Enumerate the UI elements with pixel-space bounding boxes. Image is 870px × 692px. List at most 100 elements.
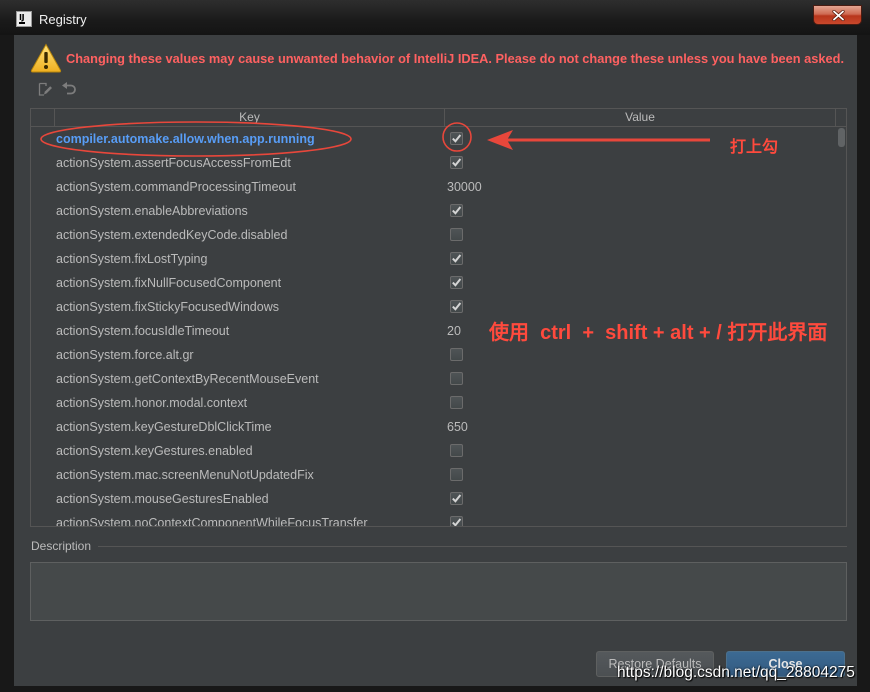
value-checkbox[interactable] bbox=[450, 444, 463, 457]
value-checkbox[interactable] bbox=[450, 252, 463, 265]
value-checkbox[interactable] bbox=[450, 372, 463, 385]
value-cell[interactable] bbox=[445, 439, 836, 463]
row-marker-cell bbox=[31, 223, 55, 247]
table-row[interactable]: actionSystem.extendedKeyCode.disabled bbox=[31, 223, 836, 247]
edit-button[interactable] bbox=[37, 81, 53, 97]
table-row[interactable]: actionSystem.force.alt.gr bbox=[31, 343, 836, 367]
registry-key: actionSystem.fixNullFocusedComponent bbox=[56, 276, 282, 290]
revert-button[interactable] bbox=[61, 81, 77, 97]
table-row[interactable]: actionSystem.mouseGesturesEnabled bbox=[31, 487, 836, 511]
table-row[interactable]: actionSystem.enableAbbreviations bbox=[31, 199, 836, 223]
value-cell[interactable] bbox=[445, 223, 836, 247]
table-row[interactable]: actionSystem.keyGestureDblClickTime 650 bbox=[31, 415, 836, 439]
row-marker-cell bbox=[31, 151, 55, 175]
key-cell[interactable]: actionSystem.mac.screenMenuNotUpdatedFix bbox=[55, 463, 445, 487]
value-checkbox[interactable] bbox=[450, 228, 463, 241]
description-label: Description bbox=[31, 539, 92, 553]
column-header-key[interactable]: Key bbox=[55, 109, 445, 126]
value-cell[interactable] bbox=[445, 487, 836, 511]
row-marker-cell bbox=[31, 463, 55, 487]
key-cell[interactable]: actionSystem.fixLostTyping bbox=[55, 247, 445, 271]
table-row[interactable]: actionSystem.getContextByRecentMouseEven… bbox=[31, 367, 836, 391]
vertical-scrollbar[interactable] bbox=[836, 127, 846, 526]
table-row[interactable]: actionSystem.fixNullFocusedComponent bbox=[31, 271, 836, 295]
table-row[interactable]: actionSystem.commandProcessingTimeout 300… bbox=[31, 175, 836, 199]
value-checkbox[interactable] bbox=[450, 468, 463, 481]
key-cell[interactable]: actionSystem.mouseGesturesEnabled bbox=[55, 487, 445, 511]
key-cell[interactable]: actionSystem.enableAbbreviations bbox=[55, 199, 445, 223]
value-text[interactable]: 650 bbox=[445, 420, 468, 434]
row-marker-cell bbox=[31, 511, 55, 526]
key-cell[interactable]: actionSystem.getContextByRecentMouseEven… bbox=[55, 367, 445, 391]
value-checkbox[interactable] bbox=[450, 156, 463, 169]
value-text[interactable]: 20 bbox=[445, 324, 461, 338]
dialog-panel: Changing these values may cause unwanted… bbox=[14, 35, 857, 686]
registry-key: actionSystem.fixLostTyping bbox=[56, 252, 208, 266]
value-checkbox[interactable] bbox=[450, 516, 463, 526]
value-cell[interactable] bbox=[445, 391, 836, 415]
key-cell[interactable]: actionSystem.honor.modal.context bbox=[55, 391, 445, 415]
row-marker-cell bbox=[31, 439, 55, 463]
value-checkbox[interactable] bbox=[450, 396, 463, 409]
warning-icon bbox=[30, 43, 62, 73]
table-row[interactable]: actionSystem.keyGestures.enabled bbox=[31, 439, 836, 463]
table-row[interactable]: compiler.automake.allow.when.app.running bbox=[31, 127, 836, 151]
value-cell[interactable] bbox=[445, 247, 836, 271]
value-checkbox[interactable] bbox=[450, 204, 463, 217]
table-row[interactable]: actionSystem.fixStickyFocusedWindows bbox=[31, 295, 836, 319]
scrollbar-thumb[interactable] bbox=[838, 128, 845, 147]
key-cell[interactable]: actionSystem.fixNullFocusedComponent bbox=[55, 271, 445, 295]
key-cell[interactable]: compiler.automake.allow.when.app.running bbox=[55, 127, 445, 151]
registry-table[interactable]: Key Value compiler.automake.allow.when.a… bbox=[30, 108, 847, 527]
key-cell[interactable]: actionSystem.force.alt.gr bbox=[55, 343, 445, 367]
column-header-value[interactable]: Value bbox=[445, 109, 836, 126]
value-checkbox[interactable] bbox=[450, 300, 463, 313]
table-row[interactable]: actionSystem.noContextComponentWhileFocu… bbox=[31, 511, 836, 526]
checkmark-icon bbox=[452, 302, 462, 311]
key-cell[interactable]: actionSystem.commandProcessingTimeout bbox=[55, 175, 445, 199]
description-text-area[interactable] bbox=[30, 562, 847, 621]
table-row[interactable]: actionSystem.honor.modal.context bbox=[31, 391, 836, 415]
row-marker-cell bbox=[31, 391, 55, 415]
key-cell[interactable]: actionSystem.extendedKeyCode.disabled bbox=[55, 223, 445, 247]
value-cell[interactable] bbox=[445, 511, 836, 526]
value-text[interactable]: 30000 bbox=[445, 180, 482, 194]
intellij-icon: IJ bbox=[16, 11, 32, 27]
value-cell[interactable]: 30000 bbox=[445, 175, 836, 199]
value-cell[interactable] bbox=[445, 463, 836, 487]
registry-key: actionSystem.mouseGesturesEnabled bbox=[56, 492, 269, 506]
registry-key: actionSystem.focusIdleTimeout bbox=[56, 324, 230, 338]
annotation-check-note: 打上勾 bbox=[730, 139, 779, 156]
window-close-button[interactable] bbox=[813, 5, 862, 25]
value-checkbox[interactable] bbox=[450, 276, 463, 289]
table-row[interactable]: actionSystem.assertFocusAccessFromEdt bbox=[31, 151, 836, 175]
registry-key: actionSystem.force.alt.gr bbox=[56, 348, 194, 362]
key-cell[interactable]: actionSystem.noContextComponentWhileFocu… bbox=[55, 511, 445, 526]
value-checkbox[interactable] bbox=[450, 348, 463, 361]
value-checkbox[interactable] bbox=[450, 132, 463, 145]
registry-key: compiler.automake.allow.when.app.running bbox=[56, 132, 315, 146]
value-cell[interactable]: 650 bbox=[445, 415, 836, 439]
registry-key: actionSystem.fixStickyFocusedWindows bbox=[56, 300, 279, 314]
key-cell[interactable]: actionSystem.keyGestures.enabled bbox=[55, 439, 445, 463]
row-marker-cell bbox=[31, 175, 55, 199]
value-cell[interactable] bbox=[445, 271, 836, 295]
key-cell[interactable]: actionSystem.assertFocusAccessFromEdt bbox=[55, 151, 445, 175]
key-cell[interactable]: actionSystem.keyGestureDblClickTime bbox=[55, 415, 445, 439]
warning-message: Changing these values may cause unwanted… bbox=[66, 51, 844, 66]
table-row[interactable]: actionSystem.mac.screenMenuNotUpdatedFix bbox=[31, 463, 836, 487]
table-header: Key Value bbox=[31, 109, 846, 127]
value-cell[interactable] bbox=[445, 367, 836, 391]
title-bar[interactable]: IJ Registry bbox=[0, 0, 870, 35]
value-cell[interactable] bbox=[445, 199, 836, 223]
value-checkbox[interactable] bbox=[450, 492, 463, 505]
key-cell[interactable]: actionSystem.fixStickyFocusedWindows bbox=[55, 295, 445, 319]
description-separator bbox=[98, 546, 847, 547]
row-marker-cell bbox=[31, 487, 55, 511]
table-row[interactable]: actionSystem.fixLostTyping bbox=[31, 247, 836, 271]
key-cell[interactable]: actionSystem.focusIdleTimeout bbox=[55, 319, 445, 343]
registry-key: actionSystem.noContextComponentWhileFocu… bbox=[56, 516, 368, 526]
value-cell[interactable] bbox=[445, 343, 836, 367]
row-marker-cell bbox=[31, 271, 55, 295]
value-cell[interactable] bbox=[445, 295, 836, 319]
